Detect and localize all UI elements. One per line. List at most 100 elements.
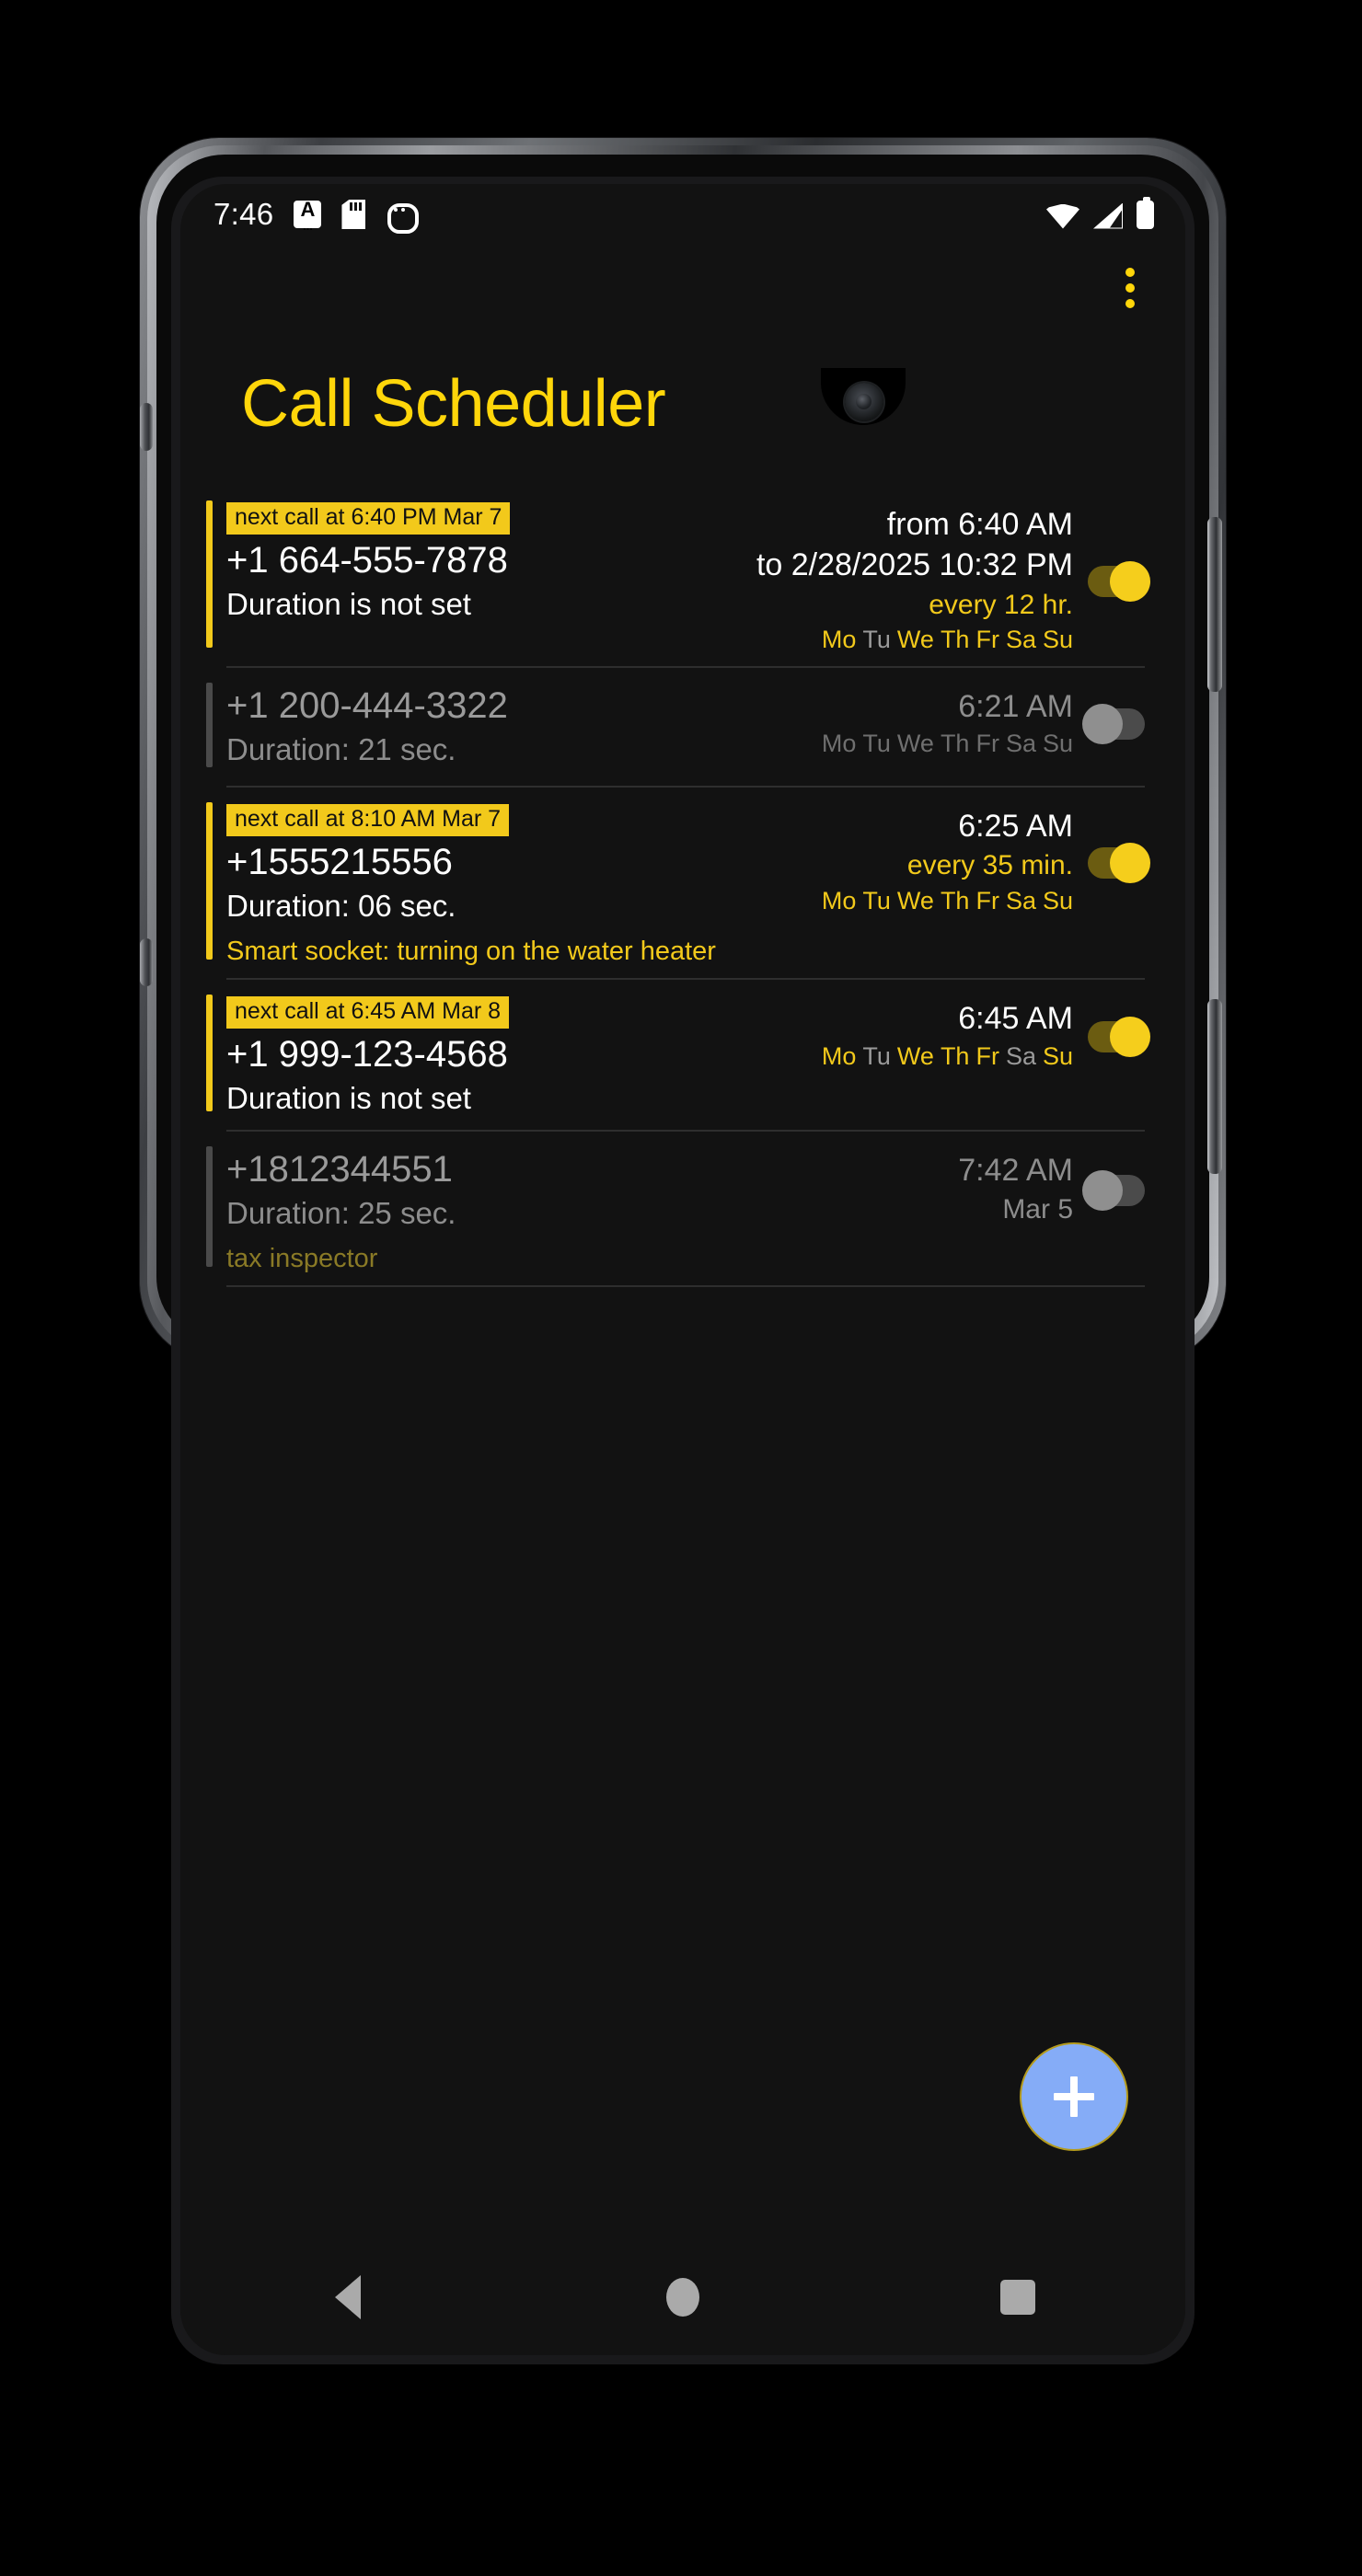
weekday-fr[interactable]: Fr — [975, 729, 998, 758]
schedule-row[interactable]: +1812344551 Duration: 25 sec. tax inspecto… — [180, 1132, 1185, 1285]
add-schedule-fab[interactable] — [1020, 2042, 1128, 2151]
schedule-start-time: 7:42 AM — [958, 1152, 1073, 1188]
row-left-column: next call at 8:10 AM Mar 7 +1555215556 Dur… — [206, 803, 822, 967]
call-duration: Duration is not set — [226, 587, 471, 622]
schedule-row[interactable]: next call at 8:10 AM Mar 7 +1555215556 Dur… — [180, 788, 1185, 978]
schedule-start-time: 6:25 AM — [958, 808, 1073, 844]
phone-number: +1 664-555-7878 — [226, 540, 508, 581]
weekday-su[interactable]: Su — [1043, 886, 1073, 915]
overflow-menu-icon[interactable] — [1110, 258, 1150, 318]
sd-card-icon — [341, 200, 366, 229]
battery-icon — [1137, 196, 1154, 229]
weekday-su[interactable]: Su — [1043, 625, 1073, 654]
left-side-button-top[interactable] — [140, 403, 153, 451]
row-accent-bar — [206, 682, 213, 767]
left-side-button-bottom[interactable] — [140, 938, 153, 986]
cellular-signal-icon — [1093, 202, 1123, 229]
weekday-mo[interactable]: Mo — [822, 729, 857, 758]
weekday-tu[interactable]: Tu — [862, 886, 891, 915]
schedule-toggle[interactable] — [1082, 704, 1145, 745]
weekday-sa[interactable]: Sa — [1006, 729, 1036, 758]
row-right-column: 6:21 AM Mo Tu We Th Fr Sa Su — [822, 684, 1145, 759]
back-nav-button[interactable] — [279, 2256, 417, 2339]
plus-icon — [1054, 2076, 1094, 2117]
weekday-selector[interactable]: Mo Tu We Th Fr Sa Su — [756, 625, 1073, 654]
schedule-start-time: 6:45 AM — [958, 1001, 1073, 1037]
schedule-repeat-interval: every 12 hr. — [929, 589, 1073, 620]
volume-up-button[interactable] — [1207, 517, 1222, 692]
row-inner: next call at 6:45 AM Mar 8 +1 999-123-456… — [206, 980, 1185, 1129]
app-content: Call Scheduler next call at 6:40 PM Mar … — [180, 245, 1185, 2355]
weekday-selector[interactable]: Mo Tu We Th Fr Sa Su — [822, 729, 1073, 758]
status-bar-right — [1046, 196, 1154, 229]
schedule-toggle[interactable] — [1082, 1169, 1145, 1211]
android-debug-icon — [386, 201, 420, 234]
weekday-fr[interactable]: Fr — [975, 886, 998, 915]
recents-nav-button[interactable] — [949, 2256, 1087, 2339]
wifi-icon — [1046, 204, 1079, 229]
schedule-start-time: from 6:40 AM — [886, 507, 1073, 542]
row-accent-bar — [206, 801, 213, 960]
next-call-badge: next call at 6:40 PM Mar 7 — [226, 502, 511, 535]
schedule-toggle[interactable] — [1088, 842, 1150, 883]
weekday-su[interactable]: Su — [1043, 729, 1073, 758]
screenshot-stage: 7:46 Call Scheduler next call at 6:40 PM… — [0, 0, 1362, 2576]
row-right-column: 6:45 AM Mo Tu We Th Fr Sa Su — [822, 996, 1150, 1071]
call-duration: Duration is not set — [226, 1081, 471, 1116]
toggle-knob — [1082, 704, 1123, 745]
weekday-su[interactable]: Su — [1043, 1041, 1073, 1071]
weekday-selector[interactable]: Mo Tu We Th Fr Sa Su — [822, 1041, 1073, 1071]
schedule-start-time: 6:21 AM — [958, 688, 1073, 724]
weekday-we[interactable]: We — [897, 1041, 934, 1071]
abc-autocorrect-icon — [294, 198, 322, 229]
row-accent-bar — [206, 500, 213, 648]
weekday-mo[interactable]: Mo — [822, 625, 857, 654]
weekday-fr[interactable]: Fr — [975, 1041, 998, 1071]
weekday-th[interactable]: Th — [941, 625, 970, 654]
row-left-column: next call at 6:45 AM Mar 8 +1 999-123-456… — [206, 996, 822, 1118]
page-title: Call Scheduler — [241, 367, 666, 441]
schedule-note: tax inspector — [226, 1244, 378, 1274]
schedule-row[interactable]: next call at 6:40 PM Mar 7 +1 664-555-787… — [180, 486, 1185, 666]
weekday-mo[interactable]: Mo — [822, 886, 857, 915]
weekday-sa[interactable]: Sa — [1006, 886, 1036, 915]
row-inner: +1 200-444-3322 Duration: 21 sec. 6:21 AM M… — [206, 668, 1185, 786]
toggle-knob — [1110, 842, 1150, 883]
weekday-we[interactable]: We — [897, 729, 934, 758]
schedule-row[interactable]: +1 200-444-3322 Duration: 21 sec. 6:21 AM M… — [180, 668, 1185, 786]
row-schedule-info: 6:45 AM Mo Tu We Th Fr Sa Su — [822, 1000, 1073, 1071]
weekday-th[interactable]: Th — [941, 886, 970, 915]
row-left-column: next call at 6:40 PM Mar 7 +1 664-555-787… — [206, 502, 756, 624]
row-divider — [226, 1285, 1145, 1288]
weekday-tu[interactable]: Tu — [862, 625, 891, 654]
schedule-note: Smart socket: turning on the water heate… — [226, 937, 716, 967]
row-schedule-info: 6:21 AM Mo Tu We Th Fr Sa Su — [822, 688, 1073, 759]
weekday-sa[interactable]: Sa — [1006, 1041, 1036, 1071]
next-call-badge: next call at 6:45 AM Mar 8 — [226, 996, 510, 1029]
schedule-row[interactable]: next call at 6:45 AM Mar 8 +1 999-123-456… — [180, 980, 1185, 1129]
weekday-th[interactable]: Th — [941, 729, 970, 758]
schedule-repeat-interval: every 35 min. — [906, 850, 1073, 881]
back-nav-icon — [335, 2275, 361, 2319]
row-schedule-info: from 6:40 AM to 2/28/2025 10:32 PM every 1… — [756, 506, 1073, 655]
front-camera — [845, 383, 883, 421]
row-inner: next call at 8:10 AM Mar 7 +1555215556 Dur… — [206, 788, 1185, 978]
schedule-toggle[interactable] — [1088, 560, 1150, 602]
weekday-mo[interactable]: Mo — [822, 1041, 857, 1071]
weekday-we[interactable]: We — [897, 625, 934, 654]
home-nav-button[interactable] — [614, 2256, 752, 2339]
schedule-toggle[interactable] — [1088, 1016, 1150, 1057]
volume-down-button[interactable] — [1207, 999, 1222, 1174]
recents-nav-icon — [1000, 2280, 1035, 2315]
weekday-sa[interactable]: Sa — [1006, 625, 1036, 654]
row-inner: +1812344551 Duration: 25 sec. tax inspecto… — [206, 1132, 1185, 1285]
weekday-selector[interactable]: Mo Tu We Th Fr Sa Su — [822, 886, 1073, 915]
status-bar-clock: 7:46 — [214, 197, 274, 231]
toggle-knob — [1110, 1016, 1150, 1057]
weekday-we[interactable]: We — [897, 886, 934, 915]
weekday-tu[interactable]: Tu — [862, 1041, 891, 1071]
weekday-tu[interactable]: Tu — [862, 729, 891, 758]
weekday-fr[interactable]: Fr — [975, 625, 998, 654]
weekday-th[interactable]: Th — [941, 1041, 970, 1071]
phone-screen: 7:46 Call Scheduler next call at 6:40 PM… — [180, 184, 1185, 2355]
